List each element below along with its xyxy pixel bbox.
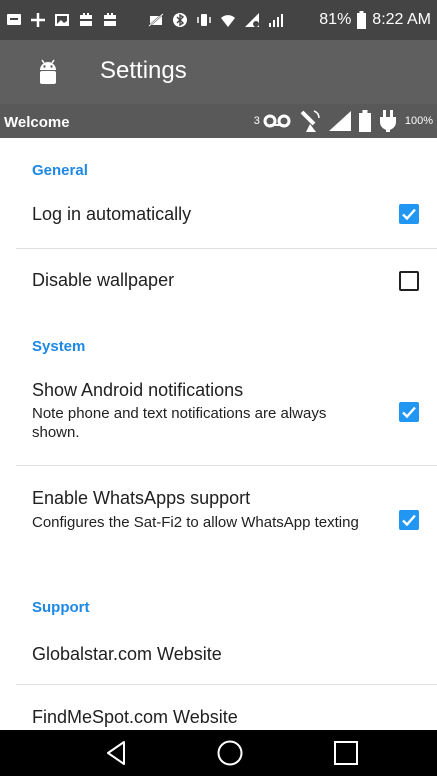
- wifi-icon: [221, 15, 235, 27]
- section-header-support: Support: [32, 599, 90, 616]
- vibrate-icon: [197, 14, 211, 26]
- status-indicators: 81% 8:22 AM: [319, 0, 431, 40]
- checkmark-icon: [402, 514, 416, 527]
- notification-icons: [6, 0, 284, 40]
- link-findmespot-website[interactable]: FindMeSpot.com Website: [0, 685, 437, 730]
- setting-title: Enable WhatsApps support: [32, 488, 251, 508]
- welcome-label: Welcome: [4, 114, 70, 131]
- plus-icon: [31, 13, 45, 27]
- clock: 8:22 AM: [372, 11, 431, 28]
- disable-wallpaper-checkbox[interactable]: [399, 271, 419, 291]
- checkmark-icon: [402, 406, 416, 419]
- recents-icon[interactable]: [332, 739, 360, 767]
- status-bar: 81% 8:22 AM: [0, 0, 437, 40]
- setting-disable-wallpaper[interactable]: Disable wallpaper: [0, 249, 437, 315]
- device-status-icons: 3 100%: [254, 104, 433, 138]
- no-sim-icon: [148, 13, 164, 27]
- setting-enable-whatsapp-support[interactable]: Enable WhatsApps support Configures the …: [0, 466, 437, 566]
- voicemail-icon: [263, 114, 291, 128]
- app-bar: Settings: [0, 40, 437, 104]
- power-plug-icon: [379, 110, 396, 132]
- page-title: Settings: [100, 57, 187, 84]
- battery-icon: [357, 11, 367, 29]
- satellite-icon: [300, 110, 320, 132]
- back-icon[interactable]: [103, 739, 131, 767]
- section-header-system: System: [32, 338, 86, 355]
- battery-percent: 81%: [319, 11, 352, 28]
- setting-title: Log in automatically: [32, 204, 192, 224]
- enable-whatsapp-checkbox[interactable]: [399, 510, 419, 530]
- setting-log-in-automatically[interactable]: Log in automatically: [0, 186, 437, 248]
- message-icon: [7, 14, 21, 25]
- section-header-general: General: [32, 162, 88, 179]
- app-icon: [104, 13, 116, 26]
- bluetooth-icon: [173, 13, 187, 27]
- navigation-bar: [0, 730, 437, 776]
- show-android-notifications-checkbox[interactable]: [399, 402, 419, 422]
- welcome-bar: Welcome 3 100%: [0, 104, 437, 138]
- device-battery-percent: 100%: [404, 115, 433, 127]
- setting-title: Show Android notifications: [32, 380, 244, 400]
- image-icon: [55, 14, 69, 26]
- setting-title: Globalstar.com Website: [32, 644, 222, 664]
- android-icon: [40, 59, 56, 84]
- setting-summary: Configures the Sat-Fi2 to allow WhatsApp…: [32, 514, 359, 531]
- signal-icon: [269, 14, 283, 27]
- setting-title: FindMeSpot.com Website: [32, 707, 238, 727]
- app-icon: [80, 13, 92, 26]
- no-signal-icon: [245, 13, 259, 27]
- battery-icon: [358, 110, 371, 132]
- setting-summary: Note phone and text notifications are al…: [32, 405, 327, 441]
- voicemail-count: 3: [253, 115, 260, 127]
- link-globalstar-website[interactable]: Globalstar.com Website: [0, 620, 437, 684]
- setting-title: Disable wallpaper: [32, 270, 175, 290]
- home-icon[interactable]: [216, 739, 244, 767]
- checkmark-icon: [402, 208, 416, 221]
- setting-show-android-notifications[interactable]: Show Android notifications Note phone an…: [0, 372, 437, 464]
- log-in-automatically-checkbox[interactable]: [399, 204, 419, 224]
- signal-icon: [328, 111, 351, 131]
